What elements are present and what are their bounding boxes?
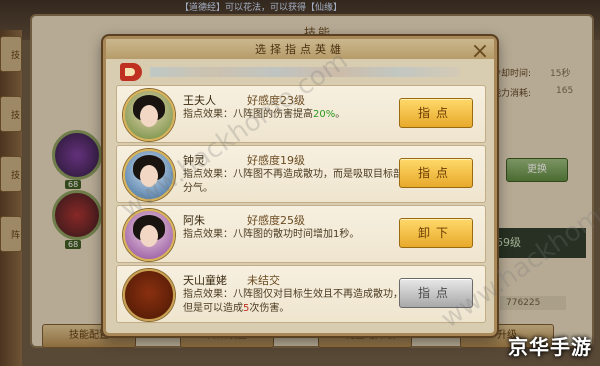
hero-effect: 指点效果：八阵图仅对目标生效且不再造成散功，但是可以造成5次伤害。 [183, 288, 403, 316]
announcement-bar [120, 63, 474, 81]
hero-row-tianshan-tonglao: 天山童姥 未结交 指点效果：八阵图仅对目标生效且不再造成散功，但是可以造成5次伤… [116, 265, 486, 323]
close-icon[interactable]: × [470, 41, 490, 63]
unequip-button[interactable]: 卸下 [399, 218, 473, 248]
hero-row-wang-furen: 王夫人 好感度23级 指点效果：八阵图的伤害提高20%。 指点 [116, 85, 486, 143]
hero-avatar [123, 89, 175, 141]
avatar-face [140, 105, 158, 127]
guide-button-disabled[interactable]: 指点 [399, 278, 473, 308]
effect-text-end: 。 [335, 109, 346, 120]
hero-avatar [123, 209, 175, 261]
hero-effect: 指点效果：八阵图不再造成散功，而是吸取目标部分气。 [183, 168, 403, 196]
guide-button[interactable]: 指点 [399, 158, 473, 188]
effect-text: 指点效果：八阵图不再造成散功，而是吸取目标部分气。 [183, 169, 403, 194]
hero-effect: 指点效果：八阵图的伤害提高20%。 [183, 108, 403, 122]
hero-avatar [123, 149, 175, 201]
effect-text: 指点效果：八阵图仅对目标生效且不再造成散功，但是可以造成 [183, 289, 403, 314]
hero-favor: 好感度19级 [247, 154, 305, 167]
hero-avatar-empty [123, 269, 175, 321]
effect-text-end: 次伤害。 [249, 303, 290, 314]
effect-highlight: 20% [313, 109, 336, 120]
guide-button[interactable]: 指点 [399, 98, 473, 128]
guide-hero-dialog: 选择指点英雄 × 王夫人 好感度23级 指点效果：八阵图的伤害提高20%。 指点… [103, 36, 497, 336]
hero-name: 钟灵 [183, 154, 205, 167]
hero-name: 阿朱 [183, 214, 205, 227]
hero-name: 天山童姥 [183, 274, 227, 287]
dialog-title: 选择指点英雄 [255, 43, 345, 56]
avatar-face [140, 225, 158, 247]
hero-favor: 未结交 [247, 274, 280, 287]
hero-name: 王夫人 [183, 94, 216, 107]
hero-effect: 指点效果：八阵图的散功时间增加1秒。 [183, 228, 403, 242]
hero-favor: 好感度23级 [247, 94, 305, 107]
hero-favor: 好感度25级 [247, 214, 305, 227]
megaphone-icon [120, 63, 142, 81]
hero-row-zhong-ling: 钟灵 好感度19级 指点效果：八阵图不再造成散功，而是吸取目标部分气。 指点 [116, 145, 486, 203]
effect-text: 指点效果：八阵图的散功时间增加1秒。 [183, 229, 360, 240]
hero-row-a-zhu: 阿朱 好感度25级 指点效果：八阵图的散功时间增加1秒。 卸下 [116, 205, 486, 263]
site-logo: 京华手游 [508, 335, 592, 359]
announcement-text-blurred [150, 67, 460, 77]
dialog-header: 选择指点英雄 [106, 39, 494, 59]
avatar-face [140, 165, 158, 187]
effect-text: 指点效果：八阵图的伤害提高 [183, 109, 313, 120]
